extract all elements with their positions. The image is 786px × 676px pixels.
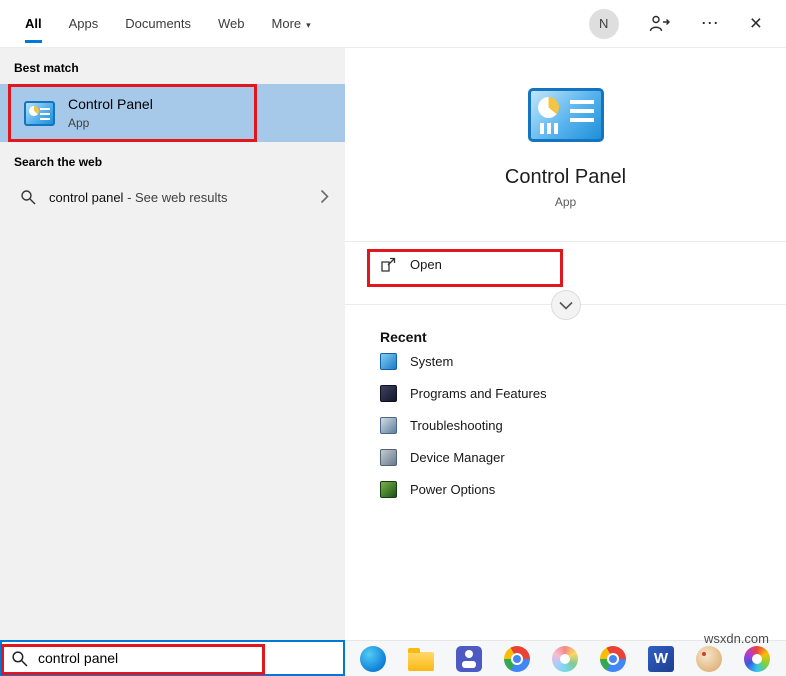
- close-icon[interactable]: ×: [750, 13, 762, 34]
- web-suggestion-text: control panel - See web results: [49, 189, 228, 205]
- recent-item-programs-and-features[interactable]: Programs and Features: [380, 377, 786, 409]
- user-avatar[interactable]: N: [588, 8, 619, 39]
- recent-item-system[interactable]: System: [380, 345, 786, 377]
- taskbar-search-box: [0, 640, 345, 676]
- tab-more[interactable]: More ▾: [272, 0, 311, 48]
- open-icon: [381, 257, 396, 272]
- search-input[interactable]: [38, 650, 343, 666]
- chevron-right-icon: [320, 189, 329, 209]
- best-match-text: Control Panel App: [68, 96, 153, 130]
- power-options-icon: [380, 480, 397, 498]
- color-wheel-icon[interactable]: [744, 645, 770, 672]
- recent-section: Recent System Programs and Features Trou…: [345, 305, 786, 505]
- recent-item-device-manager[interactable]: Device Manager: [380, 441, 786, 473]
- result-detail-panel: Control Panel App Open Recent System Pro…: [345, 48, 786, 640]
- web-search-suggestion[interactable]: control panel - See web results: [0, 178, 345, 216]
- tab-all[interactable]: All: [25, 0, 42, 48]
- search-header-bar: All Apps Documents Web More ▾ N ⋯ ×: [0, 0, 786, 48]
- best-match-title: Control Panel: [68, 96, 153, 112]
- more-options-icon[interactable]: ⋯: [701, 13, 720, 34]
- app-card: Control Panel App: [345, 48, 786, 209]
- paint-palette-icon[interactable]: [696, 645, 722, 672]
- app-title: Control Panel: [504, 166, 627, 188]
- best-match-result-control-panel[interactable]: Control Panel App: [0, 84, 345, 142]
- watermark: wsxdn.com: [703, 631, 769, 646]
- tab-documents[interactable]: Documents: [125, 0, 191, 48]
- dropdown-caret-icon: ▾: [306, 19, 311, 30]
- expand-collapse-button[interactable]: [550, 290, 581, 320]
- filter-tabs: All Apps Documents Web More ▾: [25, 0, 311, 48]
- recent-item-troubleshooting[interactable]: Troubleshooting: [380, 409, 786, 441]
- open-button-label: Open: [410, 257, 442, 272]
- app-subtitle: App: [554, 195, 577, 209]
- header-actions: N ⋯ ×: [588, 8, 762, 39]
- tab-apps[interactable]: Apps: [69, 0, 99, 48]
- teams-icon[interactable]: [456, 645, 482, 672]
- device-manager-icon: [380, 448, 397, 466]
- best-match-header: Best match: [14, 61, 79, 75]
- chrome-icon-2[interactable]: [600, 645, 626, 672]
- tab-web[interactable]: Web: [218, 0, 245, 48]
- best-match-subtitle: App: [68, 116, 90, 130]
- search-results-panel: Best match Control Panel App Search the …: [0, 48, 345, 676]
- control-panel-icon-large: [527, 88, 604, 142]
- chevron-down-icon: [558, 301, 573, 310]
- control-panel-icon: [24, 100, 55, 126]
- pinwheel-app-icon[interactable]: [552, 645, 578, 672]
- red-annotation-open: [367, 249, 563, 287]
- recent-item-power-options[interactable]: Power Options: [380, 473, 786, 505]
- feedback-person-icon[interactable]: [649, 15, 671, 32]
- edge-icon[interactable]: [360, 645, 386, 672]
- divider: [345, 290, 786, 320]
- programs-and-features-icon: [380, 384, 397, 402]
- search-icon: [21, 190, 36, 205]
- troubleshooting-icon: [380, 416, 397, 434]
- search-web-header: Search the web: [14, 155, 103, 169]
- search-icon: [12, 650, 28, 666]
- word-icon[interactable]: W: [648, 645, 674, 672]
- system-icon: [380, 352, 397, 370]
- open-button[interactable]: Open: [345, 242, 786, 287]
- recent-header: Recent: [380, 329, 427, 345]
- chrome-icon[interactable]: [504, 645, 530, 672]
- file-explorer-icon[interactable]: [408, 647, 434, 671]
